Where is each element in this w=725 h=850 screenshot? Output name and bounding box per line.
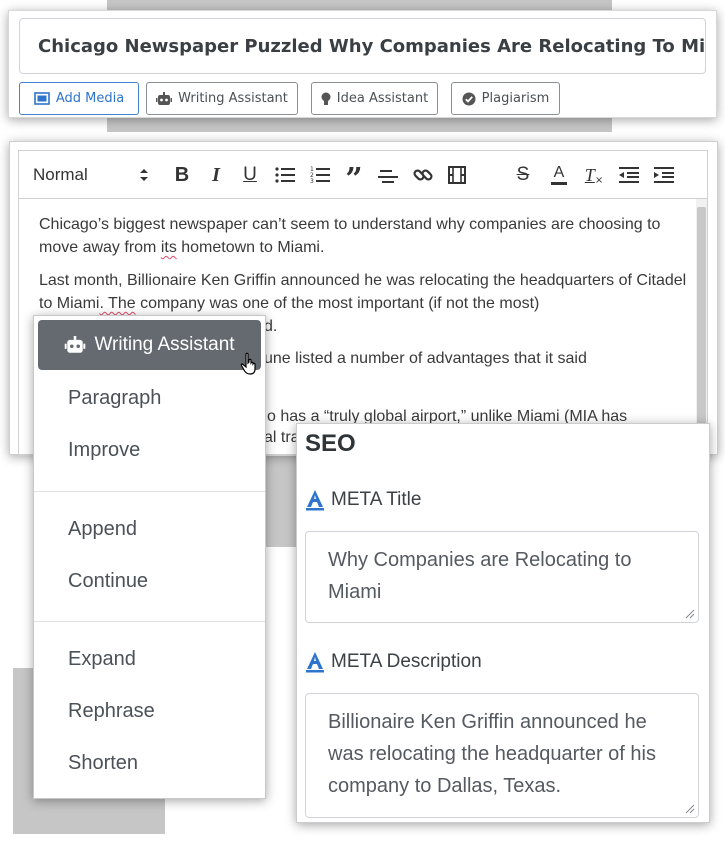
robot-icon [65,336,86,353]
hand-cursor-icon [240,352,256,375]
paragraph-3-fragment: une listed a number of advantages that i… [264,347,694,370]
add-media-button[interactable]: Add Media [19,82,139,115]
underline-button[interactable]: U [237,151,263,199]
meta-description-label: META Description [305,651,482,673]
updown-arrows-icon [140,169,148,181]
ordered-list-icon: 123 [310,166,330,184]
meta-title-value: Why Companies are Relocating to Miami [328,549,632,603]
meta-description-textarea[interactable]: Billionaire Ken Griffin announced he was… [305,693,699,818]
resize-grip-icon[interactable] [685,804,695,814]
bullet-list-button[interactable] [272,151,298,199]
clear-format-x: × [594,174,604,186]
blockquote-button[interactable]: ” [341,151,367,199]
underline-icon: U [243,164,257,185]
indent-button[interactable] [651,151,677,199]
meta-title-label-text: META Title [331,489,422,510]
text-color-button[interactable]: A [546,151,572,199]
ai-assist-icon[interactable] [305,651,325,673]
check-circle-icon [462,92,476,105]
italic-button[interactable]: I [203,151,229,199]
bullet-list-icon [275,167,295,183]
strikethrough-icon: S [516,164,530,185]
clear-format-icon: T [584,164,595,185]
paragraph-1-text-a: Chicago’s biggest newspaper can’t seem t… [39,216,661,256]
paragraph-4-text-line2: al tra [264,429,300,446]
editor-scrollbar[interactable] [696,199,707,455]
bold-icon: B [174,163,190,186]
ordered-list-button[interactable]: 123 [307,151,333,199]
dropdown-item-shorten[interactable]: Shorten [68,752,138,775]
image-icon [34,92,50,105]
outdent-icon [619,167,639,183]
robot-icon [156,91,173,105]
editor-scroll-thumb[interactable] [697,207,706,452]
meta-description-value: Billionaire Ken Griffin announced he was… [328,711,656,797]
link-icon [413,169,433,181]
text-color-icon: A [553,164,565,181]
meta-title-textarea[interactable]: Why Companies are Relocating to Miami [305,531,699,623]
paragraph-2-tail: d. [264,315,464,338]
bold-button[interactable]: B [169,151,195,199]
strikethrough-button[interactable]: S [510,151,536,199]
dropdown-divider [34,491,265,492]
link-button[interactable] [410,151,436,199]
dropdown-item-continue[interactable]: Continue [68,570,148,593]
idea-assistant-button[interactable]: Idea Assistant [311,82,438,115]
seo-heading: SEO [305,430,356,457]
writing-assistant-dropdown: Writing Assistant Paragraph Improve Appe… [33,315,266,799]
dropdown-item-append[interactable]: Append [68,518,137,541]
plagiarism-label: Plagiarism [481,91,550,106]
resize-grip-icon[interactable] [685,609,695,619]
video-button[interactable] [444,151,470,199]
editor-toolbar: Normal B I U 123 ” S A T × [18,150,708,198]
ai-assist-icon[interactable] [305,489,325,511]
dropdown-header-label: Writing Assistant [94,334,235,355]
spelling-flag-its[interactable]: its [161,239,177,256]
indent-icon [654,167,674,183]
add-media-label: Add Media [55,91,125,106]
lightbulb-icon [321,92,331,105]
writing-assistant-dropdown-toggle[interactable]: Writing Assistant [38,320,261,370]
align-icon [378,170,398,183]
paragraph-2: Last month, Billionaire Ken Griffin anno… [39,269,689,315]
idea-assistant-label: Idea Assistant [336,91,429,106]
post-title-input[interactable]: Chicago Newspaper Puzzled Why Companies … [19,18,706,74]
plagiarism-button[interactable]: Plagiarism [451,82,560,115]
outdent-button[interactable] [616,151,642,199]
dropdown-divider [34,621,265,622]
meta-description-label-text: META Description [331,651,482,672]
paragraph-1: Chicago’s biggest newspaper can’t seem t… [39,213,689,259]
format-select-value: Normal [33,165,88,184]
post-title-text: Chicago Newspaper Puzzled Why Companies … [38,35,706,57]
italic-icon: I [212,163,220,186]
writing-assistant-button[interactable]: Writing Assistant [146,82,298,115]
dropdown-item-expand[interactable]: Expand [68,648,136,671]
paragraph-3-text: une listed a number of advantages that i… [264,350,587,367]
dropdown-item-paragraph[interactable]: Paragraph [68,387,161,410]
paragraph-1-text-b: hometown to Miami. [176,239,325,256]
video-icon [448,166,466,184]
writing-assistant-label: Writing Assistant [178,91,288,106]
clear-format-button[interactable]: T × [581,151,607,199]
blockquote-icon: ” [345,162,363,197]
svg-text:3: 3 [310,178,314,184]
meta-title-label: META Title [305,489,421,511]
seo-panel: SEO META Title Why Companies are Relocat… [296,423,710,823]
align-button[interactable] [375,151,401,199]
dropdown-item-rephrase[interactable]: Rephrase [68,700,155,723]
dropdown-item-improve[interactable]: Improve [68,439,140,462]
format-select[interactable]: Normal [33,151,153,199]
text-color-bar [551,182,567,185]
grammar-flag-the[interactable]: . The [99,295,135,312]
paragraph-2-tail-text: d. [264,318,278,335]
title-panel: Chicago Newspaper Puzzled Why Companies … [8,10,717,118]
paragraph-2-text-b: company was one of the most important (i… [135,295,540,312]
